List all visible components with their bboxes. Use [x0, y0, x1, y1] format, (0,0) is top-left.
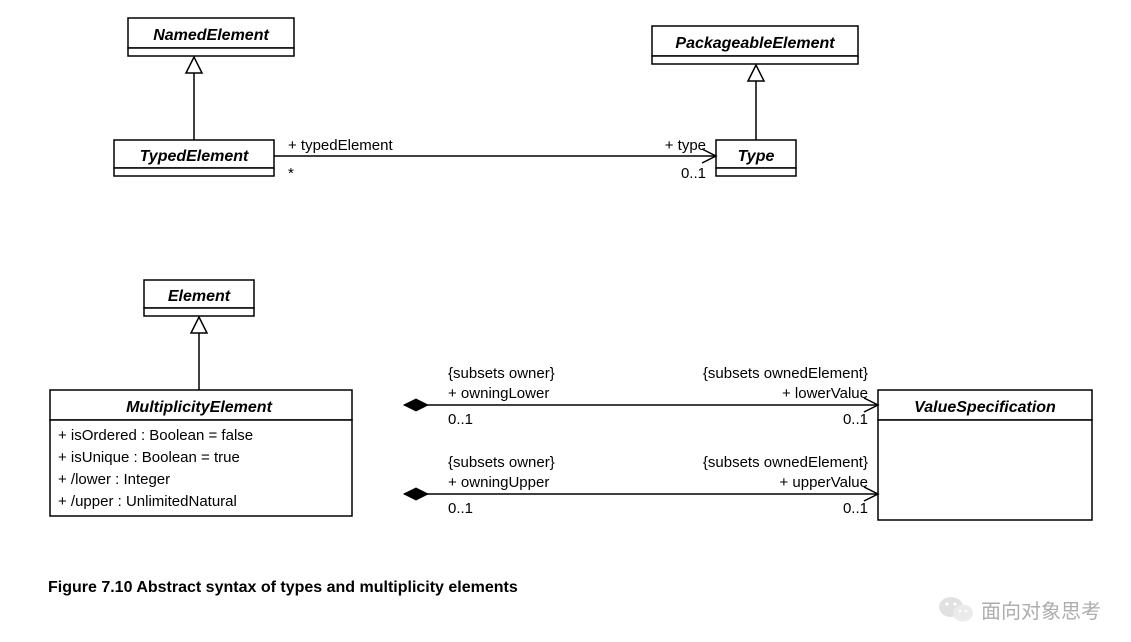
class-title: NamedElement: [153, 27, 269, 44]
assoc-role-typedelement: + typedElement: [288, 137, 393, 154]
class-title: Element: [168, 288, 231, 305]
uml-diagram: NamedElement PackageableElement TypedEle…: [0, 0, 1131, 642]
assoc-mult-type: 0..1: [681, 165, 706, 182]
class-attr: + isUnique : Boolean = true: [58, 449, 240, 466]
watermark: 面向对象思考: [939, 594, 1101, 624]
class-title: ValueSpecification: [914, 399, 1056, 416]
class-value-specification: ValueSpecification: [878, 390, 1092, 520]
class-multiplicity-element: MultiplicityElement + isOrdered : Boolea…: [50, 390, 352, 516]
assoc-mult-typedelement: *: [288, 165, 294, 182]
assoc-mult-lowervalue: 0..1: [843, 411, 868, 428]
class-attr: + /upper : UnlimitedNatural: [58, 493, 237, 510]
class-title: PackageableElement: [675, 35, 835, 52]
class-element: Element: [144, 280, 254, 316]
class-attr: + /lower : Integer: [58, 471, 170, 488]
assoc-constraint-owninglower: {subsets owner}: [448, 365, 555, 382]
class-attr: + isOrdered : Boolean = false: [58, 427, 253, 444]
assoc-mult-uppervalue: 0..1: [843, 500, 868, 517]
class-packageable-element: PackageableElement: [652, 26, 858, 64]
assoc-constraint-owningupper: {subsets owner}: [448, 454, 555, 471]
assoc-mult-owningupper: 0..1: [448, 500, 473, 517]
figure-caption: Figure 7.10 Abstract syntax of types and…: [48, 579, 518, 596]
watermark-text: 面向对象思考: [981, 595, 1101, 624]
class-typed-element: TypedElement: [114, 140, 274, 176]
wechat-icon: [939, 594, 973, 624]
assoc-constraint-lowervalue: {subsets ownedElement}: [703, 365, 868, 382]
assoc-constraint-uppervalue: {subsets ownedElement}: [703, 454, 868, 471]
assoc-role-type: + type: [665, 137, 706, 154]
class-type: Type: [716, 140, 796, 176]
class-title: MultiplicityElement: [126, 399, 272, 416]
class-named-element: NamedElement: [128, 18, 294, 56]
assoc-role-owningupper: + owningUpper: [448, 474, 549, 491]
class-title: Type: [738, 148, 775, 165]
class-title: TypedElement: [140, 148, 249, 165]
assoc-role-uppervalue: + upperValue: [779, 474, 868, 491]
assoc-role-lowervalue: + lowerValue: [782, 385, 868, 402]
assoc-role-owninglower: + owningLower: [448, 385, 549, 402]
assoc-mult-owninglower: 0..1: [448, 411, 473, 428]
